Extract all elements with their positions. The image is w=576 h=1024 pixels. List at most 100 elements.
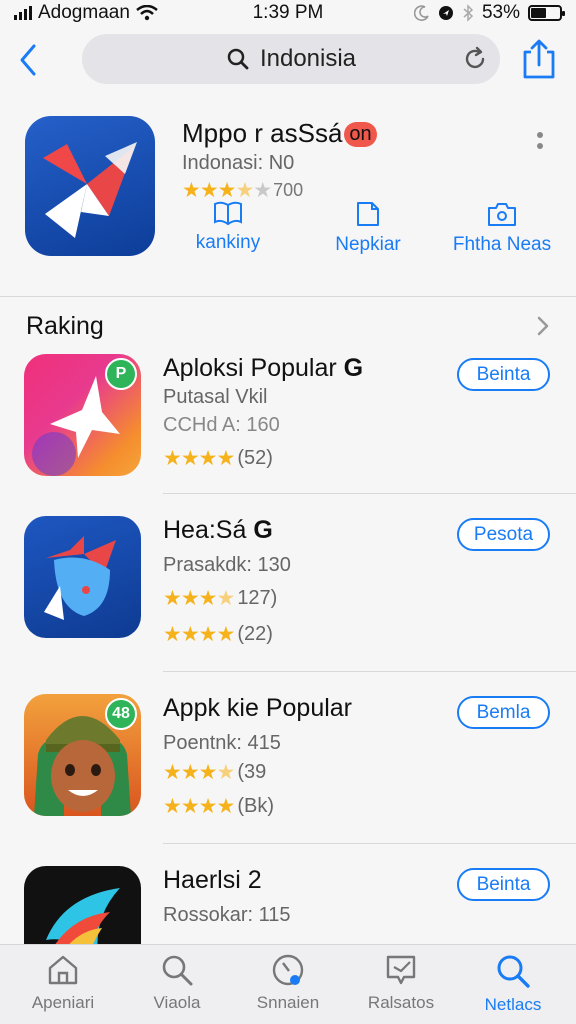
reload-icon[interactable] — [462, 46, 488, 72]
star-rating: ★★★★ — [163, 794, 235, 819]
document-icon — [357, 202, 379, 226]
search-text: Indonisia — [259, 45, 357, 72]
tab-label: Netlacs — [484, 995, 542, 1014]
get-button[interactable]: Pesota — [457, 518, 550, 551]
hero-divider — [0, 296, 576, 297]
app-icon[interactable]: 48 — [24, 694, 141, 816]
star-icon: ★ — [180, 447, 200, 470]
star-icon: ★ — [198, 795, 218, 818]
inbox-icon — [386, 955, 416, 985]
more-options-button[interactable] — [532, 132, 548, 158]
book-icon — [214, 201, 242, 226]
app-row[interactable]: Hea:Sá G Prasakdk: 130 ★★★★ 127) ★★★★ (22)… — [0, 516, 576, 676]
app-rating-secondary: ★★★★ (39 — [163, 760, 266, 785]
app-row[interactable]: Haerlsi 2 Rossokar: 115 Beinta — [0, 866, 576, 944]
tab-apps[interactable]: Snnaien — [233, 953, 343, 1013]
star-icon: ★ — [198, 587, 218, 610]
tab-today[interactable]: Apeniari — [8, 953, 118, 1013]
app-rating: ★★★★ (Bk) — [163, 794, 274, 819]
star-icon: ★ — [198, 761, 218, 784]
row-divider — [163, 843, 576, 844]
star-icon: ★ — [180, 761, 200, 784]
star-icon: ★ — [163, 795, 182, 818]
featured-action-2-label: Nepkiar — [335, 234, 401, 255]
featured-action-2[interactable]: Nepkiar — [310, 200, 426, 256]
app-name: Aploksi Popular G — [163, 354, 363, 383]
app-rating: ★★★★ (22) — [163, 622, 273, 647]
app-rating-count: (22) — [237, 623, 273, 645]
app-icon[interactable] — [24, 516, 141, 638]
tab-updates[interactable]: Ralsatos — [346, 953, 456, 1013]
star-icon: ★ — [216, 795, 235, 818]
app-icon[interactable]: P — [24, 354, 141, 476]
app-developer: Poentnk: 415 — [163, 732, 281, 754]
app-meta: CCHd A: 160 — [163, 414, 280, 436]
app-developer: Prasakdk: 130 — [163, 554, 291, 576]
get-button[interactable]: Beinta — [457, 358, 550, 391]
section-title: Raking — [26, 312, 104, 340]
tab-bar: Apeniari Viaola Snnaien Ralsatos Netlacs — [0, 944, 576, 1024]
featured-app-icon[interactable] — [25, 116, 155, 256]
star-icon: ★ — [163, 761, 182, 784]
row-divider — [163, 493, 576, 494]
app-rating-secondary: ★★★★ 127) — [163, 586, 277, 611]
app-row[interactable]: P Aploksi Popular G Putasal Vkil CCHd A:… — [0, 354, 576, 514]
featured-action-3[interactable]: Fhtha Neas — [442, 200, 562, 256]
featured-app-rating-count: 700 — [273, 180, 304, 200]
share-button[interactable] — [522, 38, 556, 80]
app-icon[interactable] — [24, 866, 141, 944]
app-name-text: Hea:Sá — [163, 516, 247, 544]
row-divider — [163, 671, 576, 672]
featured-action-1[interactable]: kankiny — [170, 200, 286, 254]
status-time: 1:39 PM — [252, 2, 324, 23]
app-developer: Rossokar: 115 — [163, 904, 291, 926]
app-badge: 48 — [105, 698, 137, 730]
app-name: Hea:Sá G — [163, 516, 273, 545]
get-button[interactable]: Bemla — [457, 696, 550, 729]
app-name-text: Aploksi Popular — [163, 354, 337, 382]
tab-label: Apeniari — [31, 993, 95, 1012]
app-developer: Putasal Vkil — [163, 386, 268, 408]
home-icon — [48, 955, 78, 985]
app-rating: ★★★★ (52) — [163, 446, 273, 471]
back-button[interactable] — [14, 42, 46, 78]
featured-app-title: Mppo r asSsá on — [182, 118, 377, 149]
star-icon: ★ — [216, 623, 235, 646]
star-icon: ★ — [199, 179, 219, 202]
app-rating-secondary-count: 127) — [237, 587, 278, 609]
star-icon: ★ — [216, 447, 235, 470]
app-rating-secondary-count: (39 — [237, 761, 267, 783]
get-button[interactable]: Beinta — [457, 868, 550, 901]
tab-label: Ralsatos — [367, 993, 435, 1012]
app-name-suffix: G — [343, 354, 364, 382]
search-icon — [227, 48, 249, 70]
tab-games[interactable]: Viaola — [122, 953, 232, 1013]
star-rating: ★★★★ — [163, 622, 235, 647]
nav-row: Indonisia — [0, 34, 576, 86]
star-icon: ★ — [163, 623, 182, 646]
chevron-right-icon[interactable] — [534, 314, 552, 338]
star-icon: ★ — [180, 795, 200, 818]
tab-label: Viaola — [153, 993, 201, 1012]
app-name-suffix: G — [253, 516, 273, 544]
search-field[interactable]: Indonisia — [82, 34, 500, 84]
star-icon: ★ — [182, 179, 201, 202]
status-bar: Adogmaan 1:39 PM 53% — [0, 0, 576, 26]
search-icon — [162, 955, 193, 986]
tab-search[interactable]: Netlacs — [458, 953, 568, 1015]
star-rating: ★★★★ — [163, 446, 235, 471]
tab-label: Snnaien — [256, 993, 320, 1012]
star-icon: ★ — [198, 623, 218, 646]
compass-icon — [272, 954, 304, 986]
star-rating: ★★★★ — [163, 760, 235, 785]
featured-app-actions: kankiny Nepkiar Fhtha Neas — [170, 200, 570, 260]
featured-action-1-label: kankiny — [195, 232, 261, 253]
star-icon: ★ — [216, 587, 235, 610]
star-icon: ★ — [163, 587, 182, 610]
star-icon: ★ — [180, 587, 200, 610]
star-icon: ★ — [198, 447, 218, 470]
camera-icon — [488, 203, 516, 226]
star-icon: ★ — [217, 179, 237, 202]
app-row[interactable]: 48 Appk kie Popular Poentnk: 415 ★★★★ (39… — [0, 694, 576, 854]
app-rating-count: (Bk) — [237, 795, 274, 817]
